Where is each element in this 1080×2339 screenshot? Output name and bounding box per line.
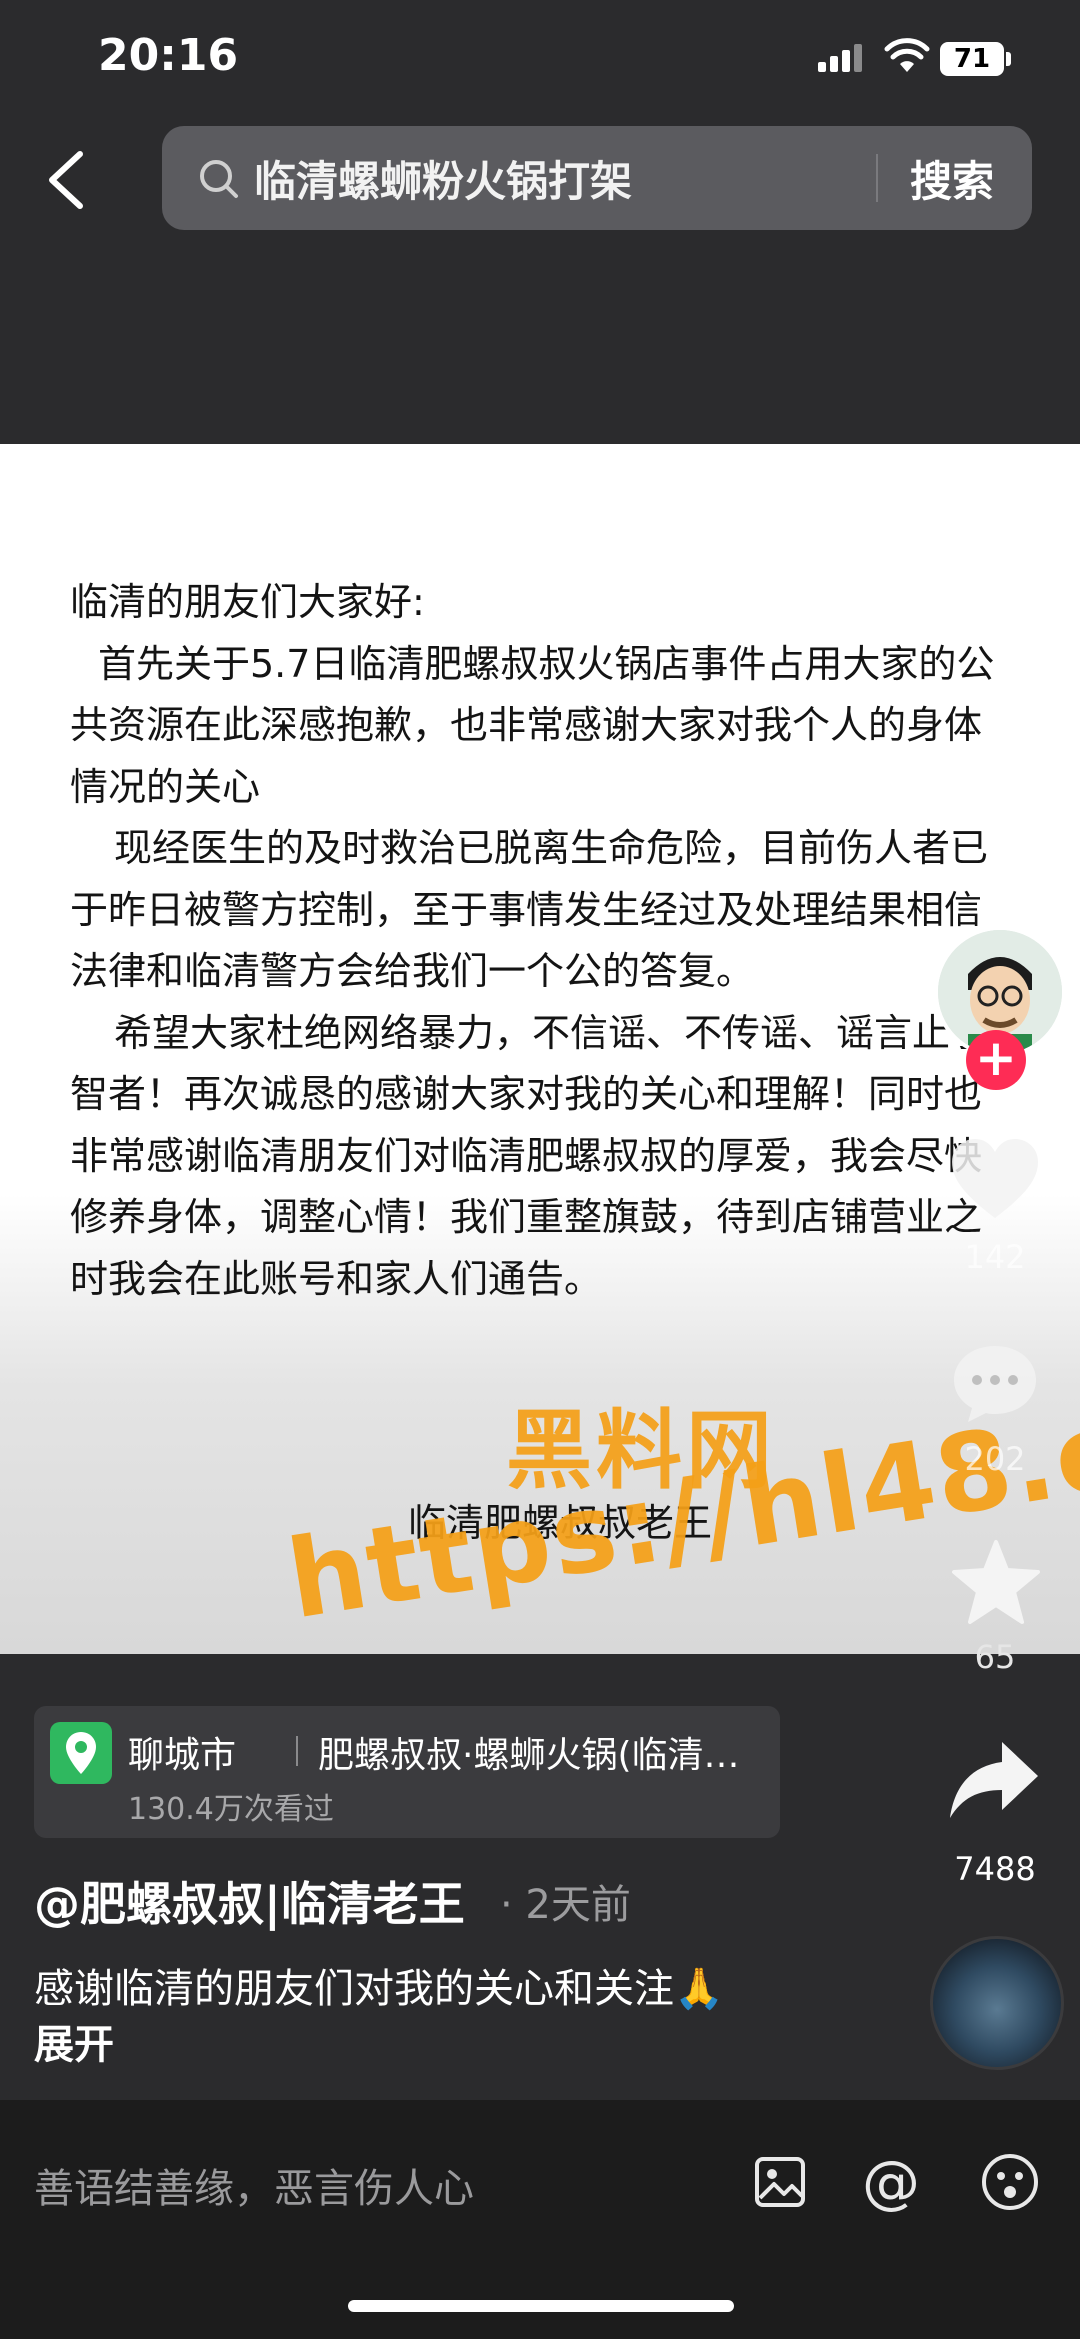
letter-paragraph-2: 现经医生的及时救治已脱离生命危险，目前伤人者已于昨日被警方控制，至于事情发生经过… <box>70 826 989 993</box>
status-bar: 20:16 71 <box>0 0 1080 120</box>
comment-input[interactable]: 善语结善缘，恶言伤人心 <box>34 2156 474 2214</box>
star-icon[interactable] <box>950 1538 1042 1626</box>
search-divider <box>876 154 878 202</box>
share-count: 7488 <box>954 1850 1036 1888</box>
search-input[interactable]: 临清螺蛳粉火锅打架 <box>254 148 632 209</box>
favorite-count: 65 <box>974 1638 1016 1676</box>
search-button[interactable]: 搜索 <box>910 148 994 209</box>
clock: 20:16 <box>98 30 239 81</box>
signal-icon <box>818 44 866 72</box>
location-city: 聊城市 <box>128 1735 237 1776</box>
wifi-icon <box>884 38 930 72</box>
music-disc[interactable] <box>930 1936 1064 2070</box>
location-separator <box>296 1736 298 1766</box>
search-bar[interactable]: 临清螺蛳粉火锅打架 搜索 <box>162 126 1032 230</box>
expand-button[interactable]: 展开 <box>34 2012 114 2070</box>
home-indicator <box>348 2300 734 2312</box>
like-count: 142 <box>964 1238 1026 1276</box>
search-icon <box>200 160 238 198</box>
battery-icon: 71 <box>940 42 1004 76</box>
post-caption: 感谢临清的朋友们对我的关心和关注🙏 <box>34 1966 724 2012</box>
back-arrow-icon[interactable] <box>44 148 88 212</box>
post-time: · 2天前 <box>500 1882 631 1928</box>
emoji-icon[interactable] <box>980 2152 1040 2212</box>
letter-paragraph-1: 首先关于5.7日临清肥螺叔叔火锅店事件占用大家的公共资源在此深感抱歉，也非常感谢… <box>70 641 995 809</box>
mention-icon[interactable]: @ <box>862 2148 920 2216</box>
follow-button[interactable]: + <box>966 1030 1026 1090</box>
comment-count: 202 <box>964 1440 1026 1478</box>
location-card[interactable]: 聊城市 肥螺叔叔·螺蛳火锅(临清… 130.4万次看过 <box>34 1706 780 1838</box>
letter-greeting: 临清的朋友们大家好: <box>70 580 425 624</box>
letter-text: 临清的朋友们大家好: 首先关于5.7日临清肥螺叔叔火锅店事件占用大家的公共资源在… <box>70 572 1010 1310</box>
author-name[interactable]: @肥螺叔叔|临清老王 <box>34 1868 465 1934</box>
heart-icon[interactable] <box>946 1134 1044 1224</box>
battery-tip <box>1006 52 1011 66</box>
location-name: 肥螺叔叔·螺蛳火锅(临清… <box>318 1735 740 1776</box>
comment-icon[interactable] <box>948 1340 1042 1426</box>
letter-paragraph-3: 希望大家杜绝网络暴力，不信谣、不传谣、谣言止于智者！再次诚恳的感谢大家对我的关心… <box>70 1010 989 1301</box>
share-arrow-icon[interactable] <box>946 1738 1042 1822</box>
image-icon[interactable] <box>752 2154 808 2210</box>
location-views: 130.4万次看过 <box>128 1792 334 1827</box>
location-pin-icon <box>50 1722 112 1784</box>
